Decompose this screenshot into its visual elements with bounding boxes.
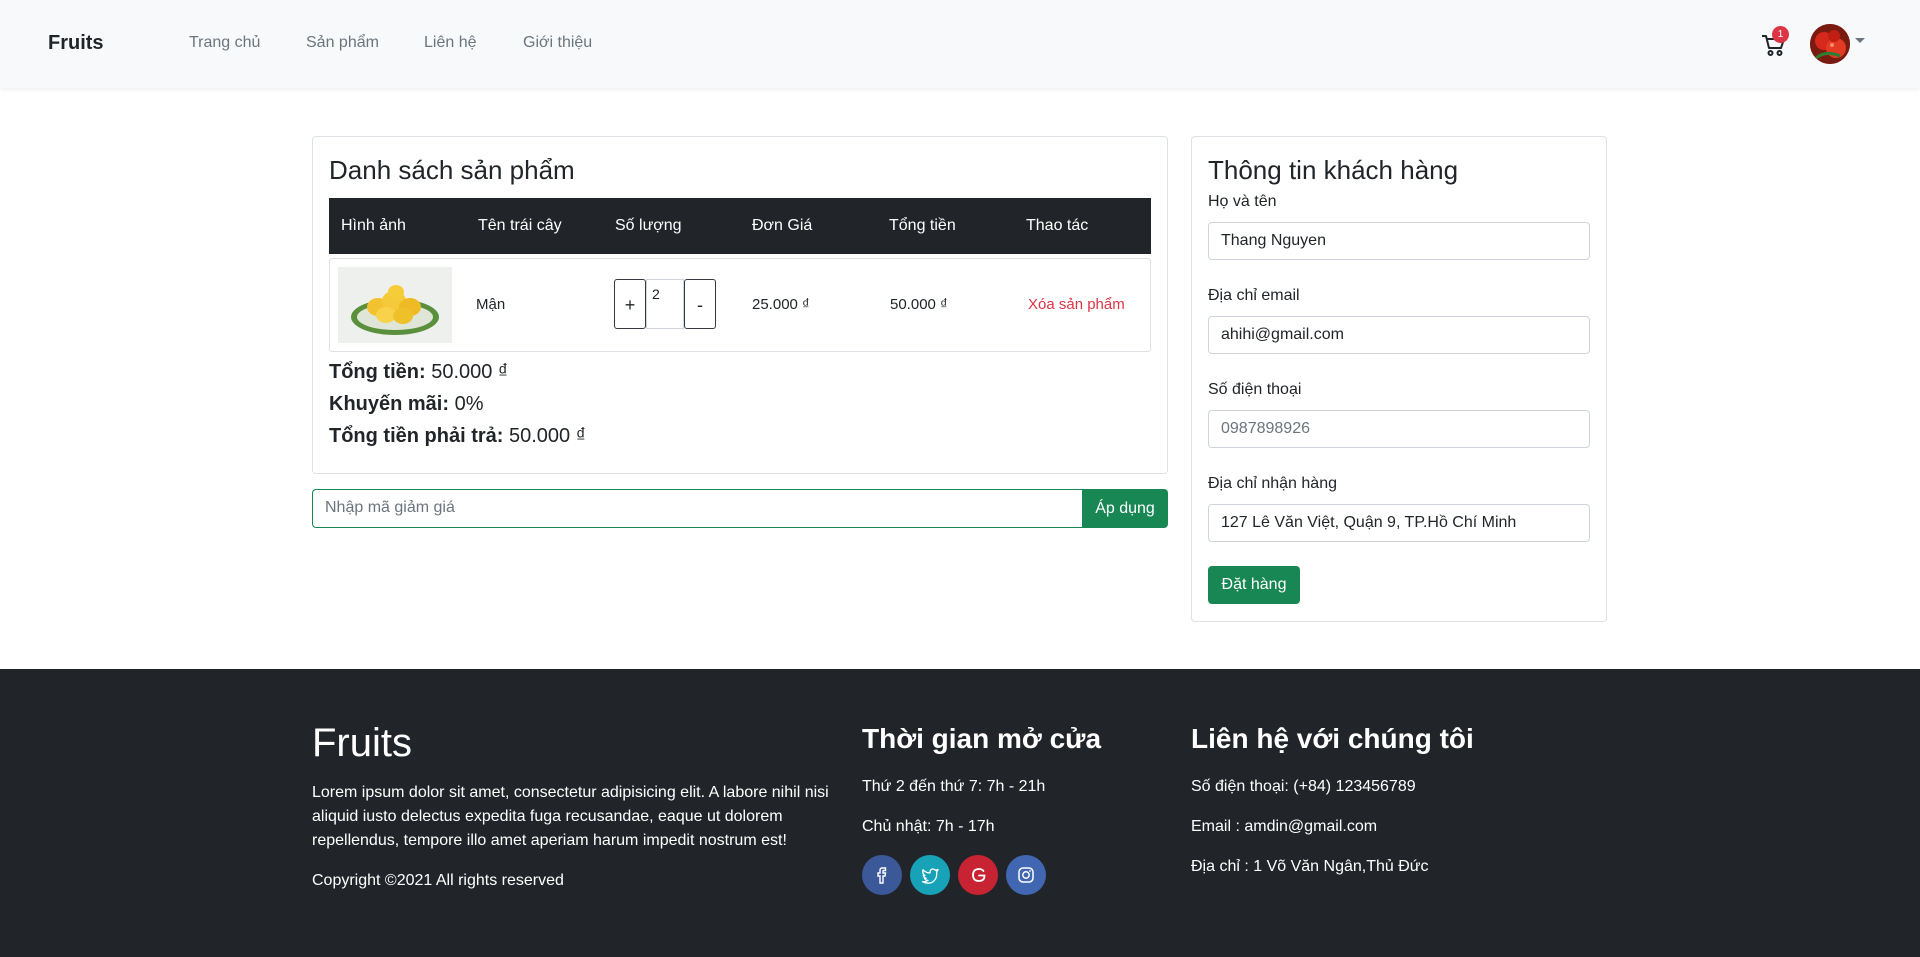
column-header: Tên trái cây: [478, 217, 562, 234]
unit-price: 25.000 ₫: [752, 296, 810, 313]
twitter-icon[interactable]: [910, 855, 950, 895]
cart-title: Danh sách sản phẩm: [329, 155, 575, 185]
increase-button[interactable]: +: [614, 279, 646, 329]
footer-description: Lorem ipsum dolor sit amet, consectetur …: [312, 784, 829, 849]
name-label: Họ và tên: [1208, 193, 1277, 210]
product-name: Mận: [476, 296, 506, 313]
column-header: Tổng tiền: [889, 217, 956, 234]
customer-title: Thông tin khách hàng: [1208, 155, 1459, 185]
cart-count-badge: 1: [1772, 26, 1789, 43]
coupon-input[interactable]: Nhập mã giảm giá: [312, 489, 1082, 528]
contact-title: Liên hệ với chúng tôi: [1191, 723, 1474, 754]
name-field[interactable]: Thang Nguyen: [1208, 222, 1590, 260]
product-image: [338, 267, 452, 343]
address-field[interactable]: 127 Lê Văn Việt, Quận 9, TP.Hồ Chí Minh: [1208, 504, 1590, 542]
summary-discount: Khuyến mãi: 0%: [329, 393, 484, 415]
cart-table-header: Hình ảnh Tên trái cây Số lượng Đơn Giá T…: [329, 198, 1151, 254]
row-total: 50.000 ₫: [890, 296, 948, 313]
contact-email: Email : amdin@gmail.com: [1191, 818, 1378, 835]
facebook-icon[interactable]: [862, 855, 902, 895]
footer: Fruits Lorem ipsum dolor sit amet, conse…: [0, 669, 1920, 957]
summary-payable: Tổng tiền phải trả: 50.000 ₫: [329, 425, 586, 447]
summary-discount-value: 0%: [454, 393, 484, 415]
nav-link-products[interactable]: Sản phẩm: [306, 34, 379, 52]
phone-field[interactable]: 0987898926: [1208, 410, 1590, 448]
brand-logo[interactable]: Fruits: [48, 32, 104, 55]
footer-copyright: Copyright ©2021 All rights reserved: [312, 872, 564, 889]
summary-payable-value: 50.000 ₫: [509, 425, 586, 447]
summary-total: Tổng tiền: 50.000 ₫: [329, 361, 509, 383]
summary-total-value: 50.000 ₫: [431, 361, 509, 383]
quantity-input[interactable]: 2: [646, 279, 684, 329]
column-header: Đơn Giá: [752, 217, 813, 234]
phone-label: Số điện thoại: [1208, 381, 1302, 398]
email-field[interactable]: ahihi@gmail.com: [1208, 316, 1590, 354]
avatar[interactable]: [1810, 24, 1850, 64]
quantity-stepper: + 2 -: [614, 279, 716, 331]
apply-coupon-button[interactable]: Áp dụng: [1082, 489, 1168, 528]
column-header: Số lượng: [615, 217, 682, 234]
column-header: Hình ảnh: [341, 217, 406, 234]
address-label: Địa chỉ nhận hàng: [1208, 475, 1337, 492]
instagram-icon[interactable]: [1006, 855, 1046, 895]
hours-sunday: Chủ nhật: 7h - 17h: [862, 818, 995, 835]
opening-hours-title: Thời gian mở cửa: [862, 723, 1102, 754]
email-label: Địa chỉ email: [1208, 287, 1300, 304]
contact-phone: Số điện thoại: (+84) 123456789: [1191, 778, 1416, 795]
place-order-button[interactable]: Đặt hàng: [1208, 566, 1300, 604]
hours-weekday: Thứ 2 đến thứ 7: 7h - 21h: [862, 778, 1046, 795]
chevron-down-icon[interactable]: [1855, 38, 1865, 43]
decrease-button[interactable]: -: [684, 279, 716, 329]
nav-link-home[interactable]: Trang chủ: [189, 34, 260, 52]
nav-link-contact[interactable]: Liên hệ: [424, 34, 477, 52]
contact-address: Địa chỉ : 1 Võ Văn Ngân,Thủ Đức: [1191, 858, 1429, 875]
navbar: Fruits Trang chủ Sản phẩm Liên hệ Giới t…: [0, 0, 1920, 88]
nav-link-about[interactable]: Giới thiệu: [523, 34, 592, 52]
remove-product-link[interactable]: Xóa sản phẩm: [1028, 296, 1125, 313]
footer-brand: Fruits: [312, 721, 412, 765]
column-header: Thao tác: [1026, 217, 1089, 234]
google-icon[interactable]: [958, 855, 998, 895]
table-row: Mận + 2 - 25.000 ₫ 50.000 ₫ Xóa sản phẩm: [329, 258, 1151, 352]
